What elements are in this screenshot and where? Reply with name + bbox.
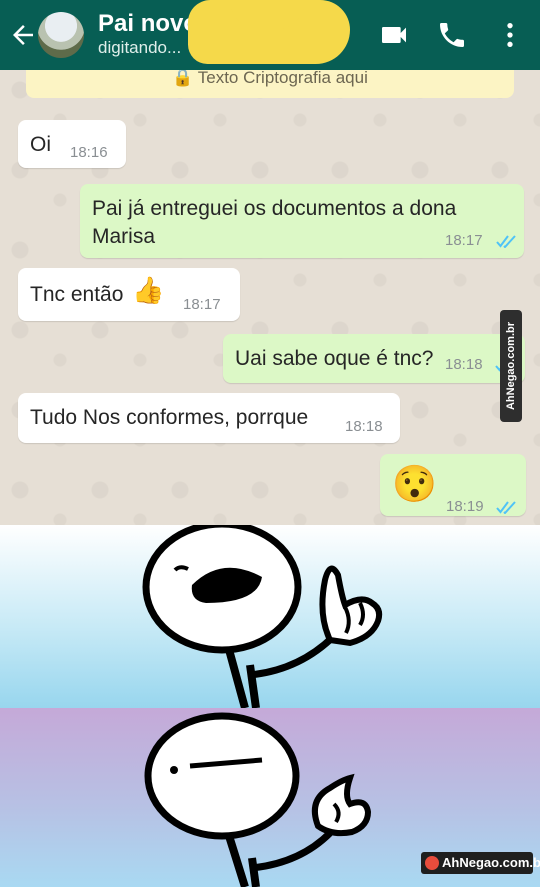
- double-check-read-icon: [496, 235, 516, 248]
- message-incoming[interactable]: Tudo Nos conformes, porrque 18:18: [18, 393, 400, 443]
- stick-figure-talking: [142, 525, 383, 708]
- message-incoming[interactable]: Tnc então 👍 18:17: [18, 268, 240, 321]
- contact-status: digitando...: [98, 38, 182, 57]
- message-incoming[interactable]: Oi 18:16: [18, 120, 126, 168]
- encryption-notice: 🔒 Texto Criptografia aqui: [26, 70, 514, 98]
- chat-header: Pai novo digitando...: [0, 0, 540, 70]
- message-outgoing[interactable]: Uai sabe oque é tnc? 18:18: [223, 334, 525, 383]
- meme-panel-talking: [0, 525, 540, 708]
- encryption-notice-text: Texto Criptografia aqui: [197, 70, 368, 87]
- message-text: Oi: [30, 133, 51, 156]
- back-arrow-icon[interactable]: [8, 20, 38, 50]
- message-outgoing[interactable]: 😯 18:19: [380, 454, 526, 516]
- meme-panel-silent: AhNegao.com.br: [0, 708, 540, 887]
- contact-name[interactable]: Pai novo: [98, 10, 198, 38]
- thumbs-up-emoji: 👍: [132, 275, 165, 305]
- avatar[interactable]: [38, 12, 84, 58]
- side-watermark-text: AhNegao.com.br: [505, 321, 517, 411]
- chat-area[interactable]: 🔒 Texto Criptografia aqui Oi 18:16 Pai j…: [0, 70, 540, 525]
- phone-icon[interactable]: [436, 19, 468, 51]
- message-time: 18:16: [70, 144, 108, 161]
- message-text: Tudo Nos conformes, porrque: [30, 406, 309, 429]
- message-text-line1: Pai já entreguei os documentos a dona: [92, 197, 457, 220]
- message-text: Uai sabe oque é tnc?: [235, 347, 434, 370]
- bottom-watermark-text: AhNegao.com.br: [442, 855, 540, 870]
- more-vertical-icon[interactable]: [494, 19, 526, 51]
- hushed-face-emoji: 😯: [392, 463, 437, 504]
- lock-icon: 🔒: [172, 70, 198, 87]
- message-text-line2: Marisa: [92, 225, 156, 248]
- message-outgoing[interactable]: Pai já entreguei os documentos a dona Ma…: [80, 184, 524, 258]
- side-watermark: AhNegao.com.br: [500, 310, 522, 422]
- message-time: 18:19: [446, 498, 484, 515]
- bottom-watermark: AhNegao.com.br: [421, 852, 540, 874]
- watermark-logo-icon: [425, 856, 439, 870]
- message-time: 18:17: [183, 296, 221, 313]
- message-time: 18:18: [345, 418, 383, 435]
- message-text: Tnc então: [30, 283, 124, 306]
- double-check-read-icon: [496, 501, 516, 514]
- message-time: 18:18: [445, 356, 483, 373]
- video-call-icon[interactable]: [378, 19, 410, 51]
- message-time: 18:17: [445, 232, 483, 249]
